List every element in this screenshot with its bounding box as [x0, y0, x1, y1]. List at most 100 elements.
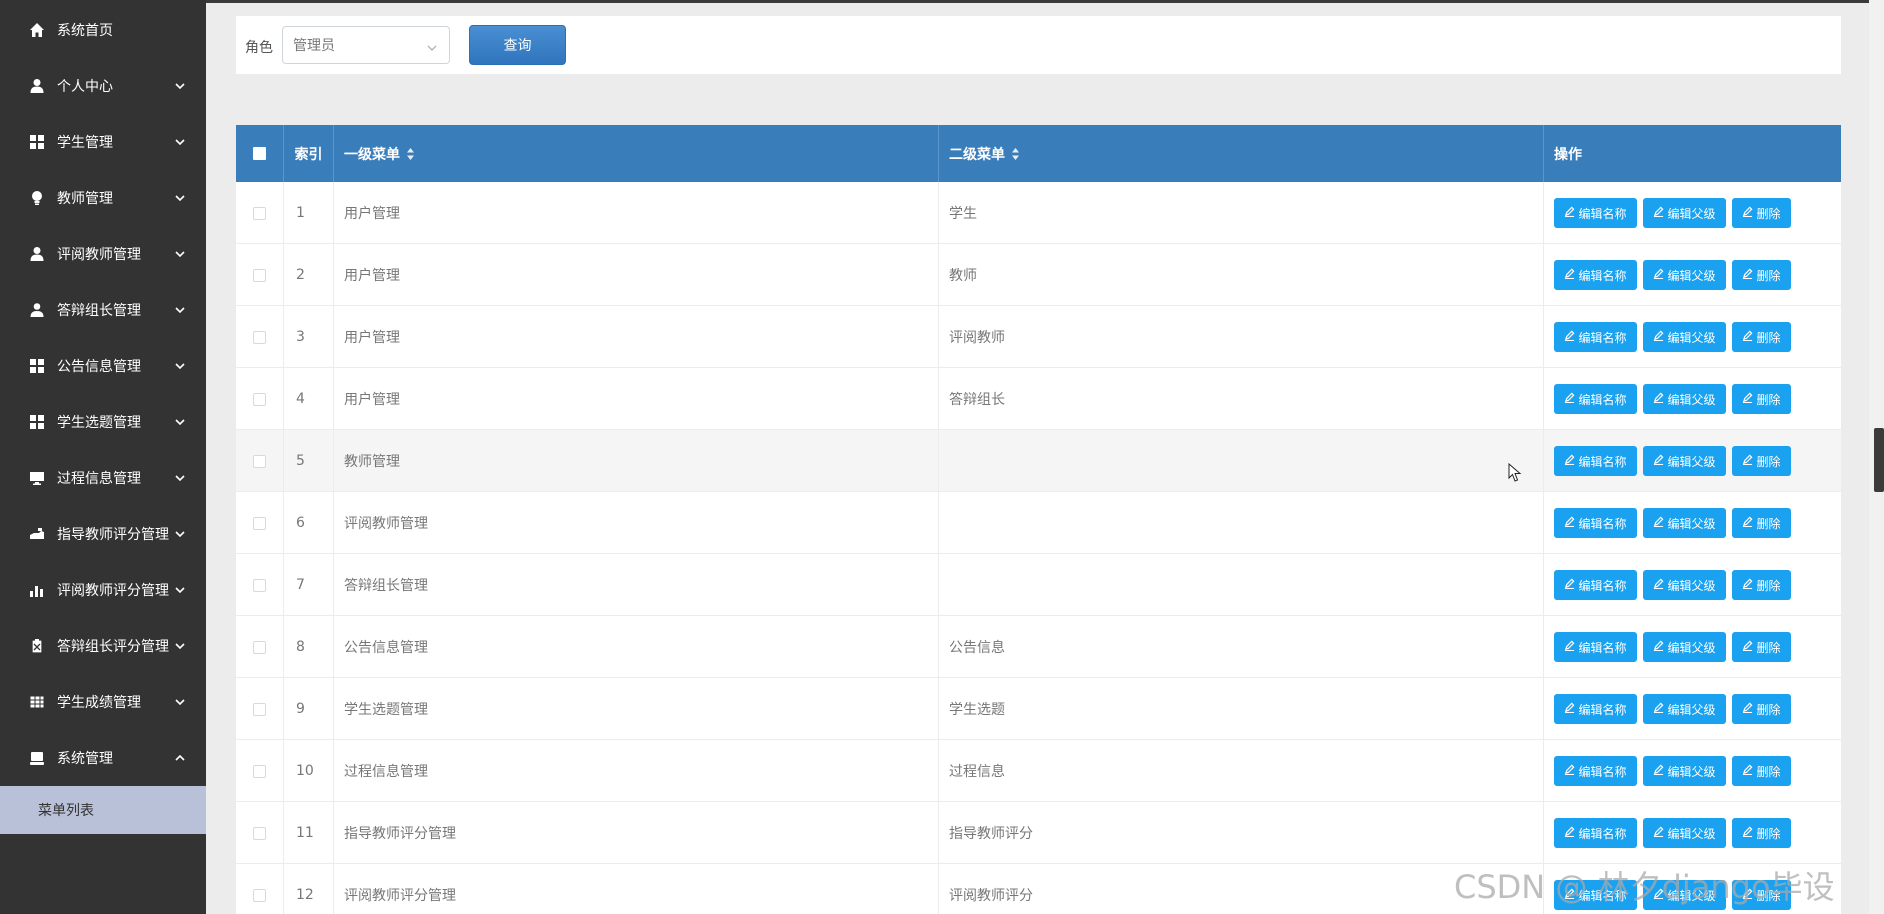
delete-label: 删除: [1756, 206, 1781, 221]
row-checkbox[interactable]: [253, 888, 266, 902]
delete-button[interactable]: 删除: [1732, 384, 1791, 414]
row-checkbox[interactable]: [253, 578, 266, 592]
home-icon: [28, 21, 46, 39]
level1-cell: 学生选题管理: [334, 678, 939, 740]
row-checkbox[interactable]: [253, 268, 266, 282]
delete-button[interactable]: 删除: [1732, 756, 1791, 786]
row-checkbox[interactable]: [253, 826, 266, 840]
sidebar-item-2[interactable]: 学生管理: [0, 114, 206, 170]
select-all-checkbox[interactable]: [253, 147, 266, 160]
index-cell: 7: [284, 554, 334, 616]
edit-parent-button[interactable]: 编辑父级: [1643, 198, 1726, 228]
sidebar-item-9[interactable]: 指导教师评分管理: [0, 506, 206, 562]
level1-value: 用户管理: [344, 268, 400, 284]
row-checkbox[interactable]: [253, 392, 266, 406]
index-cell: 11: [284, 802, 334, 864]
table-row: 6 评阅教师管理 编辑名称 编辑父级 删除: [236, 492, 1841, 554]
level2-value: 学生: [949, 206, 977, 222]
edit-parent-button[interactable]: 编辑父级: [1643, 818, 1726, 848]
edit-parent-button[interactable]: 编辑父级: [1643, 446, 1726, 476]
chevron-down-icon: [174, 640, 186, 652]
sidebar-item-5[interactable]: 答辩组长管理: [0, 282, 206, 338]
row-checkbox[interactable]: [253, 702, 266, 716]
delete-button[interactable]: 删除: [1732, 260, 1791, 290]
chevron-down-icon: [174, 528, 186, 540]
sort-icon[interactable]: [1011, 147, 1020, 161]
delete-button[interactable]: 删除: [1732, 818, 1791, 848]
edit-parent-button[interactable]: 编辑父级: [1643, 694, 1726, 724]
edit-name-label: 编辑名称: [1578, 826, 1627, 841]
edit-name-button[interactable]: 编辑名称: [1554, 632, 1637, 662]
edit-name-button[interactable]: 编辑名称: [1554, 508, 1637, 538]
role-select-value: 管理员: [293, 38, 335, 54]
edit-icon: [1742, 454, 1753, 468]
row-checkbox[interactable]: [253, 206, 266, 220]
row-checkbox[interactable]: [253, 330, 266, 344]
edit-name-button[interactable]: 编辑名称: [1554, 570, 1637, 600]
edit-name-button[interactable]: 编辑名称: [1554, 198, 1637, 228]
level1-cell: 指导教师评分管理: [334, 802, 939, 864]
row-checkbox[interactable]: [253, 454, 266, 468]
submenu-item-menu-list[interactable]: 菜单列表: [0, 786, 206, 834]
actions-cell: 编辑名称 编辑父级 删除: [1544, 244, 1841, 306]
sidebar-item-7[interactable]: 学生选题管理: [0, 394, 206, 450]
delete-button[interactable]: 删除: [1732, 694, 1791, 724]
edit-name-button[interactable]: 编辑名称: [1554, 446, 1637, 476]
delete-button[interactable]: 删除: [1732, 570, 1791, 600]
edit-icon: [1742, 206, 1753, 220]
edit-name-label: 编辑名称: [1578, 268, 1627, 283]
sidebar-item-label: 学生成绩管理: [57, 695, 141, 711]
edit-name-button[interactable]: 编辑名称: [1554, 694, 1637, 724]
row-checkbox[interactable]: [253, 640, 266, 654]
edit-parent-button[interactable]: 编辑父级: [1643, 632, 1726, 662]
delete-button[interactable]: 删除: [1732, 198, 1791, 228]
edit-name-button[interactable]: 编辑名称: [1554, 322, 1637, 352]
edit-icon: [1653, 826, 1664, 840]
edit-parent-button[interactable]: 编辑父级: [1643, 384, 1726, 414]
sidebar-item-1[interactable]: 个人中心: [0, 58, 206, 114]
query-button[interactable]: 查询: [469, 25, 566, 65]
sort-icon[interactable]: [406, 147, 415, 161]
edit-parent-button[interactable]: 编辑父级: [1643, 322, 1726, 352]
delete-label: 删除: [1756, 578, 1781, 593]
level1-value: 用户管理: [344, 392, 400, 408]
level2-value: 过程信息: [949, 764, 1005, 780]
sidebar-item-12[interactable]: 学生成绩管理: [0, 674, 206, 730]
sidebar-item-4[interactable]: 评阅教师管理: [0, 226, 206, 282]
sidebar-item-8[interactable]: 过程信息管理: [0, 450, 206, 506]
header-level2[interactable]: 二级菜单: [939, 125, 1544, 182]
edit-name-button[interactable]: 编辑名称: [1554, 818, 1637, 848]
sidebar-item-10[interactable]: 评阅教师评分管理: [0, 562, 206, 618]
delete-button[interactable]: 删除: [1732, 508, 1791, 538]
edit-name-button[interactable]: 编辑名称: [1554, 756, 1637, 786]
sidebar-item-6[interactable]: 公告信息管理: [0, 338, 206, 394]
sidebar-item-0[interactable]: 系统首页: [0, 2, 206, 58]
level1-value: 用户管理: [344, 330, 400, 346]
scrollbar-thumb[interactable]: [1874, 428, 1884, 492]
row-select-cell: [236, 368, 284, 430]
sidebar-item-label: 学生管理: [57, 135, 113, 151]
edit-parent-button[interactable]: 编辑父级: [1643, 508, 1726, 538]
hand-icon: [28, 525, 46, 543]
edit-name-button[interactable]: 编辑名称: [1554, 260, 1637, 290]
row-select-cell: [236, 678, 284, 740]
header-level1[interactable]: 一级菜单: [334, 125, 939, 182]
header-level2-label: 二级菜单: [949, 146, 1005, 163]
delete-button[interactable]: 删除: [1732, 632, 1791, 662]
row-checkbox[interactable]: [253, 516, 266, 530]
sidebar-item-13[interactable]: 系统管理: [0, 730, 206, 786]
delete-label: 删除: [1756, 516, 1781, 531]
sidebar-item-3[interactable]: 教师管理: [0, 170, 206, 226]
role-select[interactable]: 管理员: [282, 26, 450, 64]
edit-name-button[interactable]: 编辑名称: [1554, 384, 1637, 414]
row-checkbox[interactable]: [253, 764, 266, 778]
level2-cell: [939, 430, 1544, 492]
index-cell: 1: [284, 182, 334, 244]
edit-parent-label: 编辑父级: [1667, 454, 1716, 469]
sidebar-item-11[interactable]: 答辩组长评分管理: [0, 618, 206, 674]
edit-parent-button[interactable]: 编辑父级: [1643, 570, 1726, 600]
delete-button[interactable]: 删除: [1732, 322, 1791, 352]
delete-button[interactable]: 删除: [1732, 446, 1791, 476]
edit-parent-button[interactable]: 编辑父级: [1643, 756, 1726, 786]
edit-parent-button[interactable]: 编辑父级: [1643, 260, 1726, 290]
